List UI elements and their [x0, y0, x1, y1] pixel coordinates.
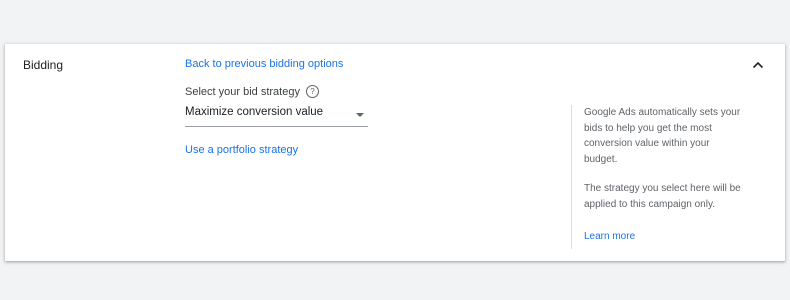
- bidding-section-card: Bidding Back to previous bidding options…: [5, 44, 785, 261]
- learn-more-link[interactable]: Learn more: [584, 231, 635, 242]
- bid-strategy-label: Select your bid strategy ?: [185, 85, 319, 98]
- use-portfolio-strategy-link[interactable]: Use a portfolio strategy: [185, 144, 298, 156]
- help-circle-icon[interactable]: ?: [305, 85, 319, 98]
- dropdown-arrow-icon: [356, 113, 364, 117]
- page: Bidding Back to previous bidding options…: [0, 0, 790, 300]
- info-panel-divider: [571, 105, 572, 249]
- info-paragraph-1: Google Ads automatically sets your bids …: [584, 107, 741, 165]
- bid-strategy-label-text: Select your bid strategy: [185, 85, 300, 98]
- back-to-previous-bidding-options-link[interactable]: Back to previous bidding options: [185, 58, 343, 70]
- section-title: Bidding: [23, 58, 64, 72]
- bid-strategy-selected-value: Maximize conversion value: [185, 106, 324, 118]
- info-paragraph-2: The strategy you select here will be app…: [584, 183, 741, 210]
- chevron-up-icon: [752, 61, 764, 69]
- bid-strategy-select[interactable]: Maximize conversion value: [185, 102, 368, 127]
- collapse-section-button[interactable]: [749, 56, 767, 74]
- info-panel: Google Ads automatically sets your bids …: [584, 105, 744, 244]
